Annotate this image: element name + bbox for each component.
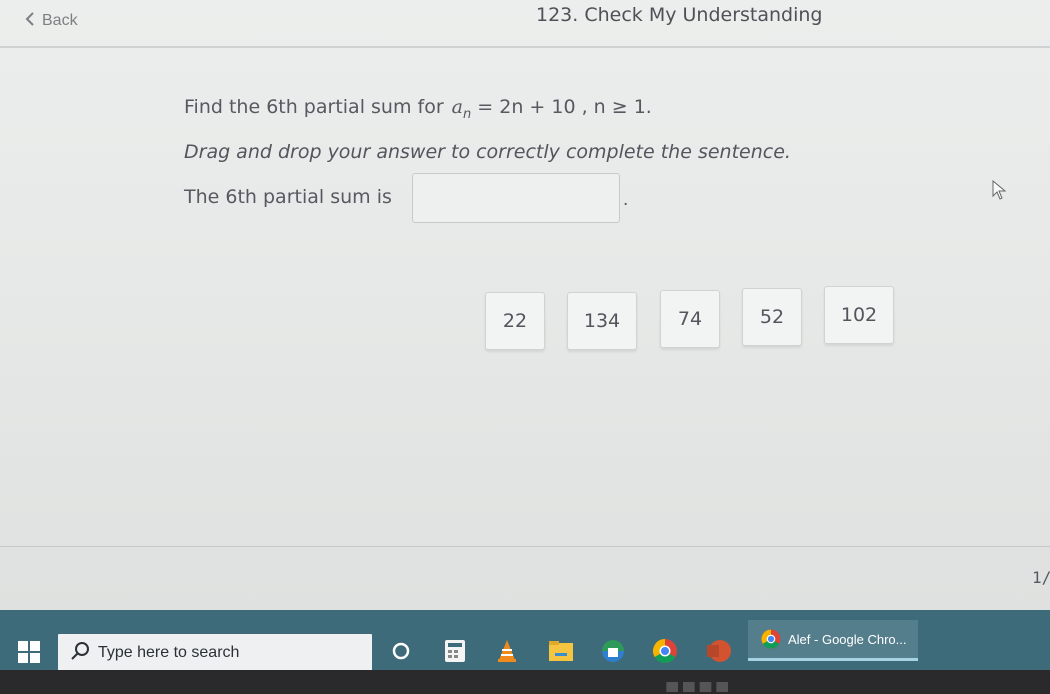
file-explorer-icon[interactable] bbox=[546, 636, 576, 666]
footer-divider bbox=[0, 546, 1050, 547]
monitor-bezel bbox=[0, 670, 1050, 694]
answer-choice-134[interactable]: 134 bbox=[567, 292, 637, 350]
search-placeholder: Type here to search bbox=[98, 644, 240, 661]
search-icon bbox=[70, 641, 90, 666]
chevron-left-icon bbox=[24, 11, 36, 32]
windows-start-icon[interactable] bbox=[18, 641, 40, 668]
back-label: Back bbox=[42, 12, 78, 29]
calculator-icon[interactable] bbox=[440, 636, 470, 666]
question-text: Find the 6th partial sum for bbox=[184, 96, 444, 118]
app-screen: Back 123. Check My Understanding Find th… bbox=[0, 0, 1050, 610]
powerpoint-icon[interactable] bbox=[704, 636, 734, 666]
answer-drop-zone[interactable] bbox=[412, 173, 620, 223]
answer-choice-52[interactable]: 52 bbox=[742, 288, 802, 346]
mouse-pointer-icon bbox=[992, 179, 1007, 205]
question-prompt: Find the 6th partial sum for an = 2n + 1… bbox=[184, 96, 652, 122]
formula-rhs: = 2n + 10 , n ≥ 1. bbox=[477, 96, 652, 118]
page-title: 123. Check My Understanding bbox=[536, 4, 823, 26]
chrome-window-icon bbox=[760, 628, 782, 650]
formula: an = 2n + 10 , n ≥ 1. bbox=[452, 96, 652, 122]
sentence-prefix: The 6th partial sum is bbox=[184, 186, 392, 208]
active-app-label: Alef - Google Chro... bbox=[788, 631, 907, 647]
windows-taskbar: Type here to search Alef - Google Chro..… bbox=[0, 610, 1050, 672]
page-indicator: 1/ bbox=[1032, 568, 1050, 587]
formula-subscript: n bbox=[462, 106, 472, 122]
taskbar-search-box[interactable]: Type here to search bbox=[58, 634, 372, 672]
top-bar: Back 123. Check My Understanding bbox=[0, 0, 1050, 48]
taskbar-chrome-window[interactable]: Alef - Google Chro... bbox=[748, 620, 918, 661]
back-button[interactable]: Back bbox=[24, 8, 78, 34]
formula-term: a bbox=[451, 96, 463, 118]
instructions: Drag and drop your answer to correctly c… bbox=[184, 141, 791, 163]
answer-choice-74[interactable]: 74 bbox=[660, 290, 720, 348]
answer-choice-102[interactable]: 102 bbox=[824, 286, 894, 344]
answer-choice-22[interactable]: 22 bbox=[485, 292, 545, 350]
dell-logo-icon bbox=[666, 682, 728, 692]
microsoft-store-icon[interactable] bbox=[598, 636, 628, 666]
vlc-icon[interactable] bbox=[492, 636, 522, 666]
chrome-icon[interactable] bbox=[650, 636, 680, 666]
cortana-icon[interactable] bbox=[386, 636, 416, 666]
sentence-suffix: . bbox=[623, 189, 629, 210]
